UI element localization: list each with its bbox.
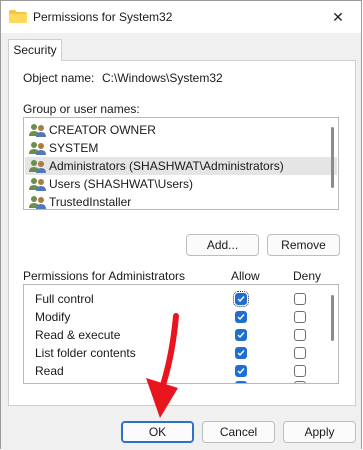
permission-label: List folder contents — [35, 346, 136, 360]
deny-checkbox-read-execute[interactable] — [294, 329, 306, 341]
allow-checkbox-list-folder-contents[interactable] — [235, 347, 247, 359]
user-list[interactable]: CREATOR OWNER SYSTEM Administrators (SHA… — [23, 117, 339, 210]
permission-row-full-control: Full control — [24, 290, 324, 308]
list-item-label: Users (SHASHWAT\Users) — [49, 177, 193, 191]
tab-security[interactable]: Security — [8, 39, 62, 61]
list-item-users[interactable]: Users (SHASHWAT\Users) — [25, 175, 337, 193]
list-item-creator-owner[interactable]: CREATOR OWNER — [25, 121, 337, 139]
users-icon — [29, 195, 47, 209]
cancel-button[interactable]: Cancel — [202, 421, 275, 443]
remove-button[interactable]: Remove — [267, 234, 340, 256]
allow-checkbox-modify[interactable] — [235, 311, 247, 323]
allow-checkbox-partial[interactable] — [235, 381, 247, 383]
permission-row-list-folder-contents: List folder contents — [24, 344, 324, 362]
permission-label: Full control — [35, 292, 94, 306]
permission-row-read: Read — [24, 362, 324, 380]
permission-row-modify: Modify — [24, 308, 324, 326]
permissions-dialog: Permissions for System32 ✕ Security Obje… — [0, 0, 362, 450]
list-item-system[interactable]: SYSTEM — [25, 139, 337, 157]
window-title: Permissions for System32 — [33, 10, 173, 24]
deny-checkbox-read[interactable] — [294, 365, 306, 377]
add-button[interactable]: Add... — [186, 234, 259, 256]
users-icon — [29, 159, 47, 173]
title-bar: Permissions for System32 ✕ — [1, 1, 361, 33]
deny-column-header: Deny — [293, 269, 322, 283]
permission-label: Modify — [35, 310, 71, 324]
list-item-label: TrustedInstaller — [49, 195, 132, 209]
users-icon — [29, 141, 47, 155]
permission-label: Read — [35, 364, 64, 378]
close-icon[interactable]: ✕ — [315, 1, 361, 33]
deny-checkbox-modify[interactable] — [294, 311, 306, 323]
allow-checkbox-read-execute[interactable] — [235, 329, 247, 341]
user-list-scrollbar[interactable] — [331, 127, 334, 188]
folder-icon — [9, 10, 27, 23]
users-icon — [29, 177, 47, 191]
list-item-label: CREATOR OWNER — [49, 123, 156, 137]
permission-label: Read & execute — [35, 328, 121, 342]
users-icon — [29, 123, 47, 137]
apply-button[interactable]: Apply — [283, 421, 356, 443]
group-names-label: Group or user names: — [23, 102, 140, 116]
allow-column-header: Allow — [231, 269, 260, 283]
list-item-trustedinstaller[interactable]: TrustedInstaller — [25, 193, 337, 209]
list-item-administrators[interactable]: Administrators (SHASHWAT\Administrators) — [25, 157, 337, 175]
permissions-scrollbar[interactable] — [331, 295, 334, 341]
allow-checkbox-read[interactable] — [235, 365, 247, 377]
permission-row-partial — [24, 380, 324, 383]
ok-button[interactable]: OK — [121, 421, 194, 443]
allow-checkbox-full-control[interactable] — [233, 291, 249, 307]
list-item-label: SYSTEM — [49, 141, 99, 155]
object-name-value: C:\Windows\System32 — [102, 71, 223, 85]
deny-checkbox-full-control[interactable] — [294, 293, 306, 305]
permissions-list: Full control Modify Read & execute List … — [23, 284, 339, 384]
deny-checkbox-partial[interactable] — [294, 381, 306, 383]
list-item-label: Administrators (SHASHWAT\Administrators) — [49, 159, 284, 173]
permissions-label: Permissions for Administrators — [23, 269, 186, 283]
permission-row-read-execute: Read & execute — [24, 326, 324, 344]
object-name-label: Object name: — [23, 71, 95, 85]
deny-checkbox-list-folder-contents[interactable] — [294, 347, 306, 359]
